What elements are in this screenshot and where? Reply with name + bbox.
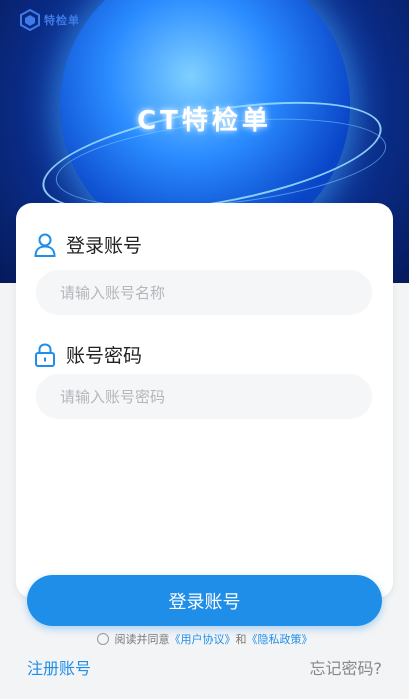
agreement-row: 阅读并同意《用户协议》和《隐私政策》 — [0, 631, 409, 647]
lock-icon — [35, 342, 55, 367]
password-label: 账号密码 — [66, 345, 143, 367]
agreement-checkbox[interactable] — [96, 633, 109, 645]
login-button[interactable]: 登录账号 — [27, 575, 382, 626]
agreement-prefix: 阅读并同意 — [114, 633, 170, 646]
register-link[interactable]: 注册账号 — [27, 655, 91, 679]
privacy-policy-link[interactable]: 《隐私政策》 — [247, 633, 313, 646]
account-label-row: 登录账号 — [34, 231, 142, 258]
logo-icon — [20, 8, 40, 32]
account-input[interactable] — [36, 270, 372, 315]
app-logo: 特检单 — [16, 6, 86, 36]
account-label: 登录账号 — [66, 235, 143, 257]
user-agreement-link[interactable]: 《用户协议》 — [170, 633, 236, 646]
password-input[interactable] — [36, 374, 372, 419]
page-title: CT特检单 — [137, 106, 272, 136]
logo-text: 特检单 — [44, 14, 80, 27]
forgot-password-link[interactable]: 忘记密码? — [310, 655, 383, 679]
password-label-row: 账号密码 — [34, 341, 142, 368]
user-icon — [34, 233, 56, 257]
login-card: 登录账号 账号密码 — [16, 203, 393, 598]
agreement-and: 和 — [235, 633, 247, 646]
